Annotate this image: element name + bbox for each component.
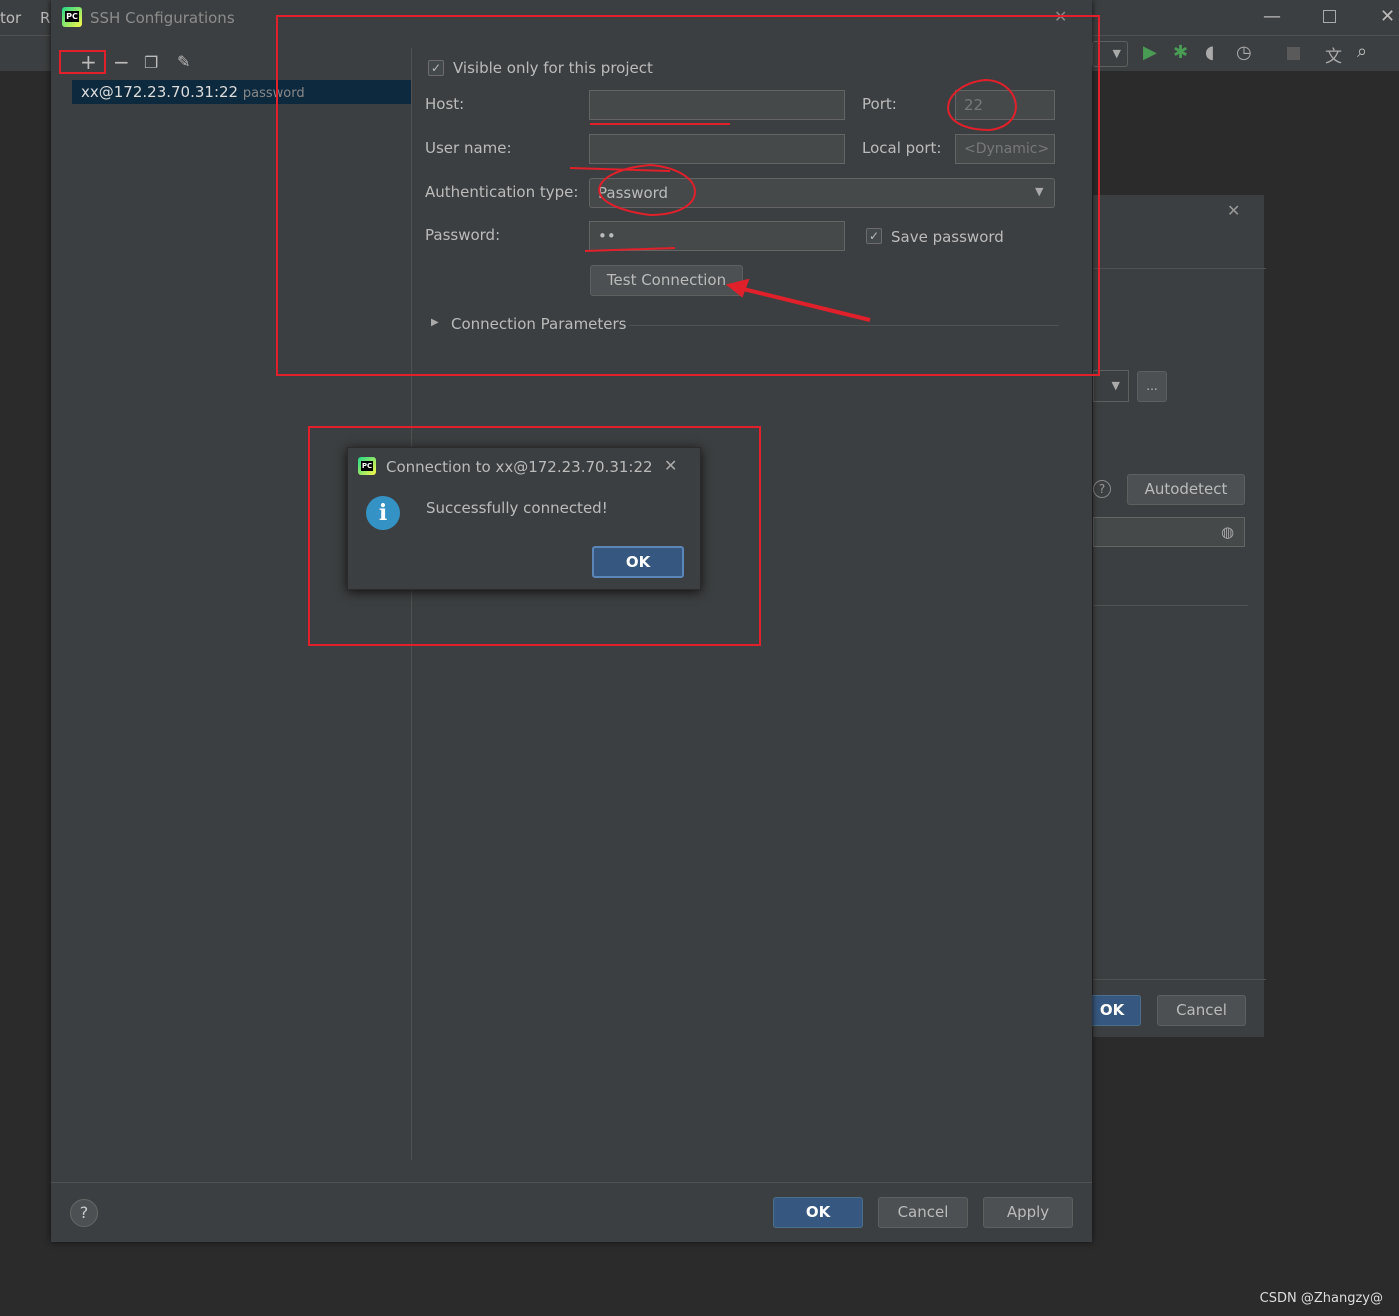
coverage-icon[interactable]: ◖ xyxy=(1205,42,1214,63)
pycharm-logo-icon: PC xyxy=(358,457,376,475)
auth-type-select[interactable]: Password xyxy=(589,178,1055,208)
dialog-title: SSH Configurations xyxy=(90,9,235,27)
save-password-label: Save password xyxy=(891,228,1004,246)
minimize-icon[interactable]: — xyxy=(1263,6,1281,27)
close-icon[interactable]: ✕ xyxy=(1227,201,1240,220)
help-icon[interactable]: ? xyxy=(1093,480,1111,498)
local-port-label: Local port: xyxy=(862,139,942,157)
help-icon[interactable]: ? xyxy=(70,1199,98,1227)
browse-button[interactable]: ... xyxy=(1137,371,1167,402)
expand-icon[interactable]: ▶ xyxy=(431,317,439,328)
translate-icon[interactable]: 文 xyxy=(1325,42,1342,67)
background-dialog: ✕ ▼ ... ? Autodetect ◍ OK Cancel xyxy=(1083,194,1266,1038)
cancel-button[interactable]: Cancel xyxy=(1157,995,1246,1026)
dropdown[interactable]: ▼ xyxy=(1093,370,1129,402)
menu-item[interactable]: tor xyxy=(0,9,21,27)
close-icon[interactable]: ✕ xyxy=(1054,7,1067,26)
config-type: password xyxy=(242,86,305,101)
popup-title: Connection to xx@172.23.70.31:22 xyxy=(386,458,653,476)
host-label: Host: xyxy=(425,95,465,113)
debug-icon[interactable]: ✱ xyxy=(1173,42,1188,63)
info-icon: i xyxy=(366,496,400,530)
ssh-configurations-dialog: PC SSH Configurations ✕ + − ❐ ✎ xx@172.2… xyxy=(51,0,1092,1242)
close-icon[interactable]: ✕ xyxy=(664,456,677,475)
search-icon[interactable]: ⌕ xyxy=(1357,41,1367,62)
visible-only-label: Visible only for this project xyxy=(453,59,653,77)
maximize-icon[interactable] xyxy=(1323,10,1336,23)
username-field[interactable] xyxy=(589,134,845,164)
menu-item[interactable]: R xyxy=(40,9,50,27)
autodetect-button[interactable]: Autodetect xyxy=(1127,474,1245,505)
run-icon[interactable]: ▶ xyxy=(1143,42,1157,63)
password-field[interactable]: •• xyxy=(589,221,845,251)
chevron-down-icon: ▼ xyxy=(1035,185,1044,198)
list-item[interactable]: xx@172.23.70.31:22 password xyxy=(72,80,411,104)
test-connection-button[interactable]: Test Connection xyxy=(590,265,743,296)
popup-ok-button[interactable]: OK xyxy=(592,546,684,578)
add-icon[interactable]: + xyxy=(80,50,97,74)
port-label: Port: xyxy=(862,95,897,113)
edit-icon[interactable]: ✎ xyxy=(177,52,190,71)
apply-button[interactable]: Apply xyxy=(983,1197,1073,1228)
globe-icon[interactable]: ◍ xyxy=(1221,523,1234,541)
pycharm-logo-icon: PC xyxy=(62,7,82,27)
run-config-dropdown[interactable]: ▼ xyxy=(1092,41,1128,67)
close-icon[interactable]: ✕ xyxy=(1380,6,1395,27)
visible-only-checkbox[interactable]: ✓ xyxy=(428,60,444,76)
save-password-checkbox[interactable]: ✓ xyxy=(866,228,882,244)
ok-button[interactable]: OK xyxy=(773,1197,863,1228)
watermark: CSDN @Zhangzy@ xyxy=(1259,1291,1383,1306)
username-label: User name: xyxy=(425,139,512,157)
copy-icon[interactable]: ❐ xyxy=(144,53,158,72)
popup-message: Successfully connected! xyxy=(426,499,608,517)
host-field[interactable] xyxy=(589,90,845,120)
remove-icon[interactable]: − xyxy=(113,50,130,74)
cancel-button[interactable]: Cancel xyxy=(878,1197,968,1228)
connection-result-popup: PC Connection to xx@172.23.70.31:22 ✕ i … xyxy=(347,447,701,590)
connection-parameters-toggle[interactable]: Connection Parameters xyxy=(451,315,627,333)
config-name: xx@172.23.70.31:22 xyxy=(81,83,239,101)
password-label: Password: xyxy=(425,226,501,244)
local-port-field[interactable]: <Dynamic> xyxy=(955,134,1055,164)
profile-icon[interactable]: ◷ xyxy=(1236,42,1252,63)
stop-icon[interactable] xyxy=(1287,47,1300,60)
port-field[interactable]: 22 xyxy=(955,90,1055,120)
auth-type-label: Authentication type: xyxy=(425,183,579,201)
